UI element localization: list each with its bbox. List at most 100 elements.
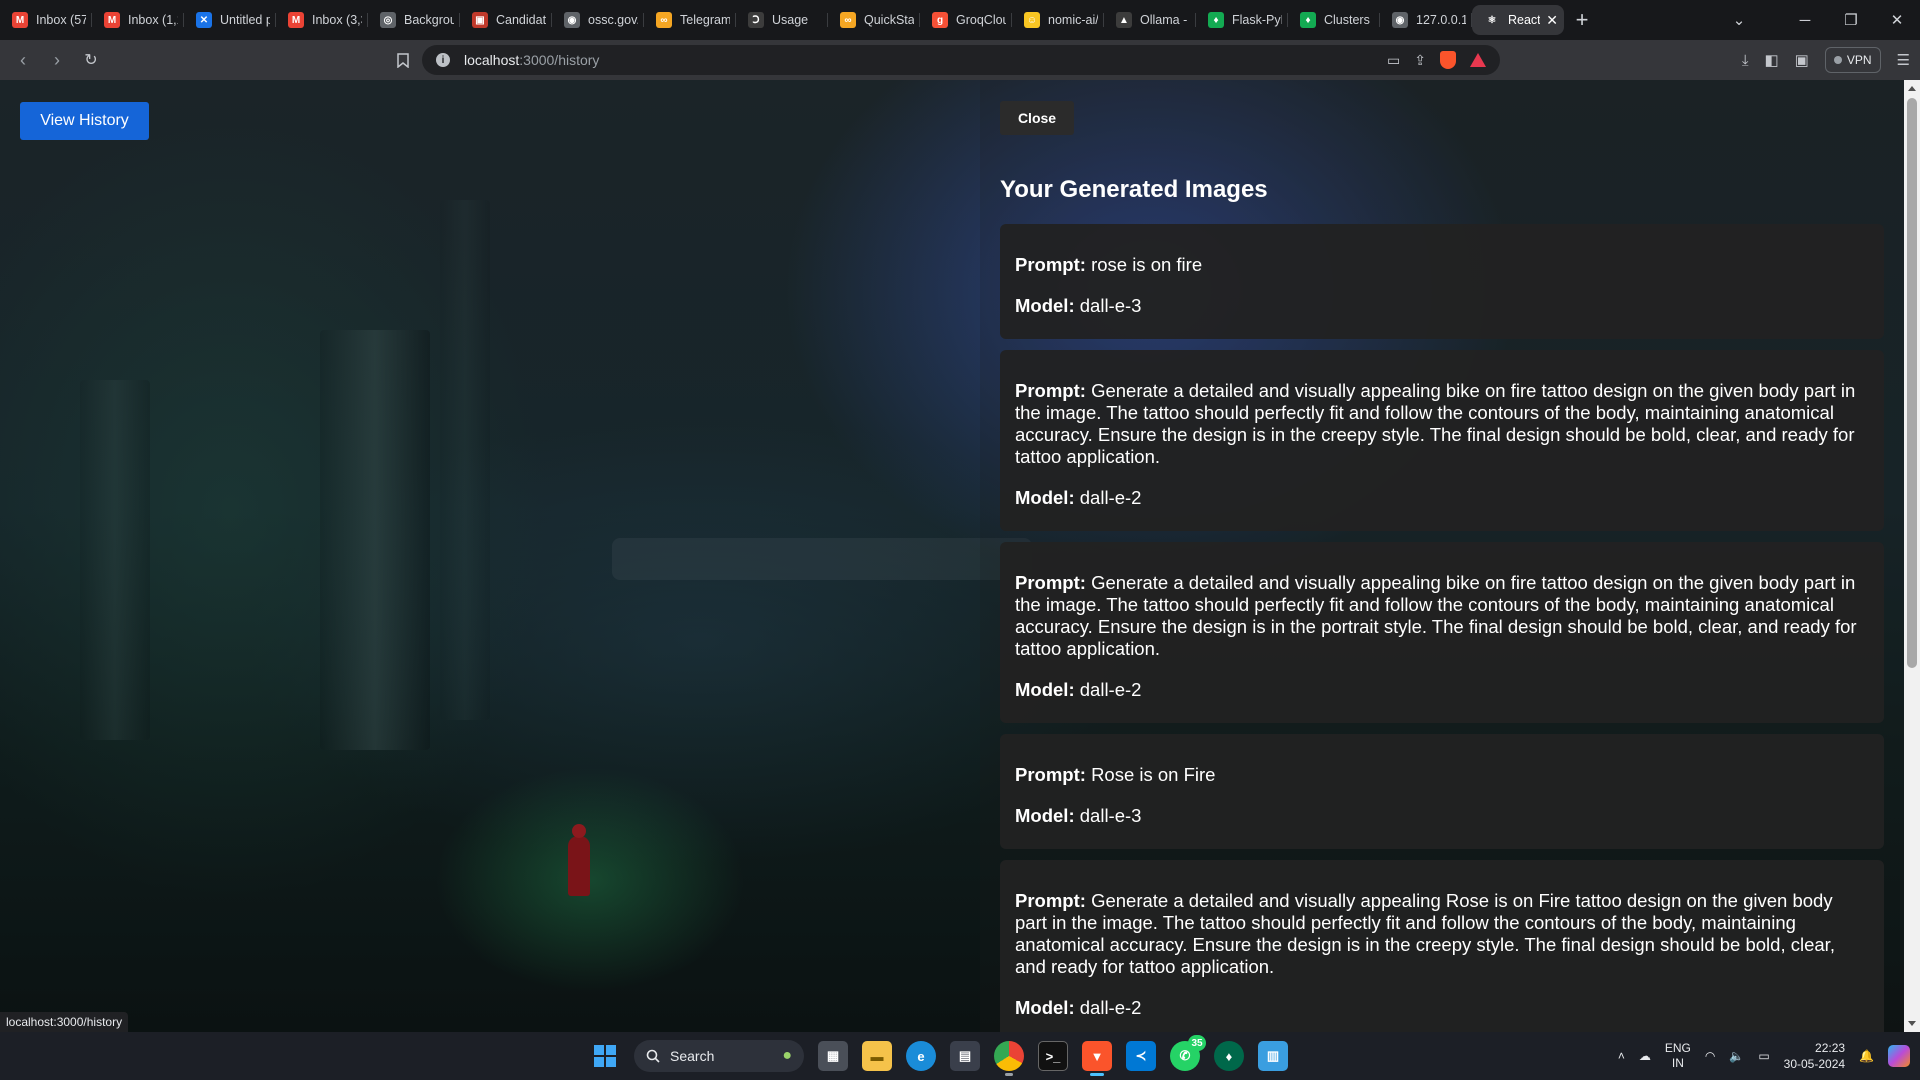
sidebar-icon[interactable]: ◧: [1764, 51, 1778, 69]
model-text: dall-e-2: [1079, 679, 1142, 700]
close-window-button[interactable]: ✕: [1874, 0, 1920, 40]
bookmark-icon[interactable]: [386, 43, 420, 77]
background-pillar: [80, 380, 150, 740]
cast-icon[interactable]: ▭: [1387, 52, 1400, 69]
browser-tab[interactable]: ✕ Untitled p: [184, 5, 276, 35]
browser-tab[interactable]: ♦ Clusters |: [1288, 5, 1380, 35]
infinity-icon: ∞: [840, 12, 856, 28]
windows-taskbar: Search ● ▦ ▬ e ▤ >_ ▼ ≺ ✆ 35 ♦ ▥ ˄ ☁ ENG …: [0, 1032, 1920, 1080]
notification-bell-icon[interactable]: 🔔: [1859, 1049, 1874, 1063]
browser-tab[interactable]: ∞ Telegram: [644, 5, 736, 35]
model-text: dall-e-3: [1079, 295, 1142, 316]
chrome-icon[interactable]: [994, 1041, 1024, 1076]
volume-icon[interactable]: 🔈: [1729, 1049, 1744, 1063]
tab-title: Ollama - I: [1140, 13, 1190, 27]
history-card: Prompt: Rose is on Fire Model: dall-e-3: [1000, 734, 1884, 849]
browser-tab[interactable]: ◉ 127.0.0.1:: [1380, 5, 1472, 35]
page-scrollbar[interactable]: [1904, 80, 1920, 1032]
brave-shields-icon[interactable]: [1440, 51, 1456, 69]
model-label: Model:: [1015, 487, 1075, 508]
tab-title: Flask-PyM: [1232, 13, 1282, 27]
copilot-icon[interactable]: [1888, 1045, 1910, 1067]
browser-tab[interactable]: ☺ nomic-ai/: [1012, 5, 1104, 35]
microsoft-store-icon[interactable]: ▤: [950, 1041, 980, 1071]
reload-icon[interactable]: ↻: [74, 43, 108, 77]
scrollbar-thumb[interactable]: [1907, 98, 1917, 668]
browser-tab[interactable]: ♦ Flask-PyM: [1196, 5, 1288, 35]
region-code: IN: [1671, 1056, 1684, 1070]
close-tab-icon[interactable]: ✕: [1546, 12, 1558, 29]
terminal-icon[interactable]: >_: [1038, 1041, 1068, 1071]
wallet-icon[interactable]: ▣: [1795, 51, 1809, 69]
browser-tab[interactable]: ⚛ React ✕: [1472, 5, 1564, 35]
prompt-label: Prompt:: [1015, 572, 1086, 593]
address-bar[interactable]: i localhost:3000/history ▭ ⇪: [422, 45, 1500, 75]
clock[interactable]: 22:23 30-05-2024: [1784, 1040, 1845, 1072]
forward-arrow-icon[interactable]: ›: [40, 43, 74, 77]
url-path: :3000/history: [519, 52, 600, 68]
browser-tab[interactable]: ◎ Backgrou: [368, 5, 460, 35]
groq-icon: g: [932, 12, 948, 28]
browser-tab[interactable]: M Inbox (1,1: [92, 5, 184, 35]
model-line: Model: dall-e-3: [1015, 295, 1869, 317]
browser-tab[interactable]: M Inbox (3,3: [276, 5, 368, 35]
brave-rewards-icon[interactable]: [1470, 53, 1486, 67]
browser-tab[interactable]: ▣ Candidate: [460, 5, 552, 35]
clock-time: 22:23: [1815, 1041, 1846, 1055]
restore-button[interactable]: ❐: [1828, 0, 1874, 40]
site-info-icon[interactable]: i: [436, 53, 450, 67]
scroll-up-arrow-icon[interactable]: [1908, 86, 1916, 91]
minimize-button[interactable]: ─: [1782, 0, 1828, 40]
globe-icon: ◉: [564, 12, 580, 28]
wifi-icon[interactable]: ◠: [1705, 1049, 1715, 1063]
openai-icon: ◎: [380, 12, 396, 28]
candidate-icon: ▣: [472, 12, 488, 28]
whatsapp-icon[interactable]: ✆ 35: [1170, 1035, 1206, 1071]
tab-search-chevron-icon[interactable]: ⌄: [1716, 0, 1762, 40]
close-panel-button[interactable]: Close: [1000, 101, 1074, 135]
vpn-status-icon: [1833, 56, 1842, 64]
share-icon[interactable]: ⇪: [1414, 52, 1426, 69]
prompt-line: Prompt: rose is on fire: [1015, 254, 1869, 276]
download-icon[interactable]: ⤓: [1742, 52, 1749, 69]
windows-start-icon[interactable]: [590, 1041, 620, 1071]
background-pillar: [320, 330, 430, 750]
clock-date: 30-05-2024: [1783, 1057, 1846, 1071]
browser-tab[interactable]: Ↄ Usage: [736, 5, 828, 35]
browser-tab[interactable]: g GroqClou: [920, 5, 1012, 35]
vscode-icon[interactable]: ≺: [1126, 1041, 1156, 1071]
whatsapp-badge: 35: [1188, 1035, 1206, 1051]
window-controls: ⌄ ─ ❐ ✕: [1716, 0, 1920, 40]
tab-title: nomic-ai/: [1048, 13, 1098, 27]
tab-title: 127.0.0.1:: [1416, 13, 1466, 27]
tab-title: Inbox (1,1: [128, 13, 178, 27]
vpn-button[interactable]: VPN: [1824, 47, 1881, 73]
back-arrow-icon[interactable]: ‹: [6, 43, 40, 77]
prompt-label: Prompt:: [1015, 890, 1086, 911]
notepad-icon[interactable]: ▥: [1258, 1041, 1288, 1071]
file-explorer-icon[interactable]: ▬: [862, 1041, 892, 1071]
edge-icon[interactable]: e: [906, 1041, 936, 1071]
tab-list: M Inbox (57 M Inbox (1,1 ✕ Untitled p M Inbox (…: [0, 0, 1564, 40]
view-history-button[interactable]: View History: [20, 102, 149, 140]
task-view-icon[interactable]: ▦: [818, 1041, 848, 1071]
infinity-icon: ∞: [656, 12, 672, 28]
browser-tab[interactable]: ∞ QuickStar: [828, 5, 920, 35]
taskbar-search-box[interactable]: Search ●: [634, 1040, 804, 1072]
brave-browser-icon[interactable]: ▼: [1082, 1041, 1112, 1076]
mongodb-compass-icon[interactable]: ♦: [1214, 1041, 1244, 1071]
browser-tab[interactable]: ▲ Ollama - I: [1104, 5, 1196, 35]
new-tab-button[interactable]: +: [1564, 5, 1600, 35]
model-line: Model: dall-e-2: [1015, 679, 1869, 701]
gmail-icon: M: [104, 12, 120, 28]
battery-icon[interactable]: ▭: [1758, 1049, 1769, 1063]
browser-tab[interactable]: M Inbox (57: [0, 5, 92, 35]
background-pillar: [440, 200, 490, 720]
scroll-down-arrow-icon[interactable]: [1908, 1021, 1916, 1026]
menu-icon[interactable]: ☰: [1897, 51, 1910, 69]
tray-chevron-icon[interactable]: ˄: [1618, 1049, 1625, 1063]
system-tray: ˄ ☁ ENG IN ◠ 🔈 ▭ 22:23 30-05-2024 🔔: [1618, 1032, 1910, 1080]
language-indicator[interactable]: ENG IN: [1665, 1041, 1691, 1071]
onedrive-icon[interactable]: ☁: [1639, 1049, 1651, 1063]
browser-tab[interactable]: ◉ ossc.gov.i: [552, 5, 644, 35]
